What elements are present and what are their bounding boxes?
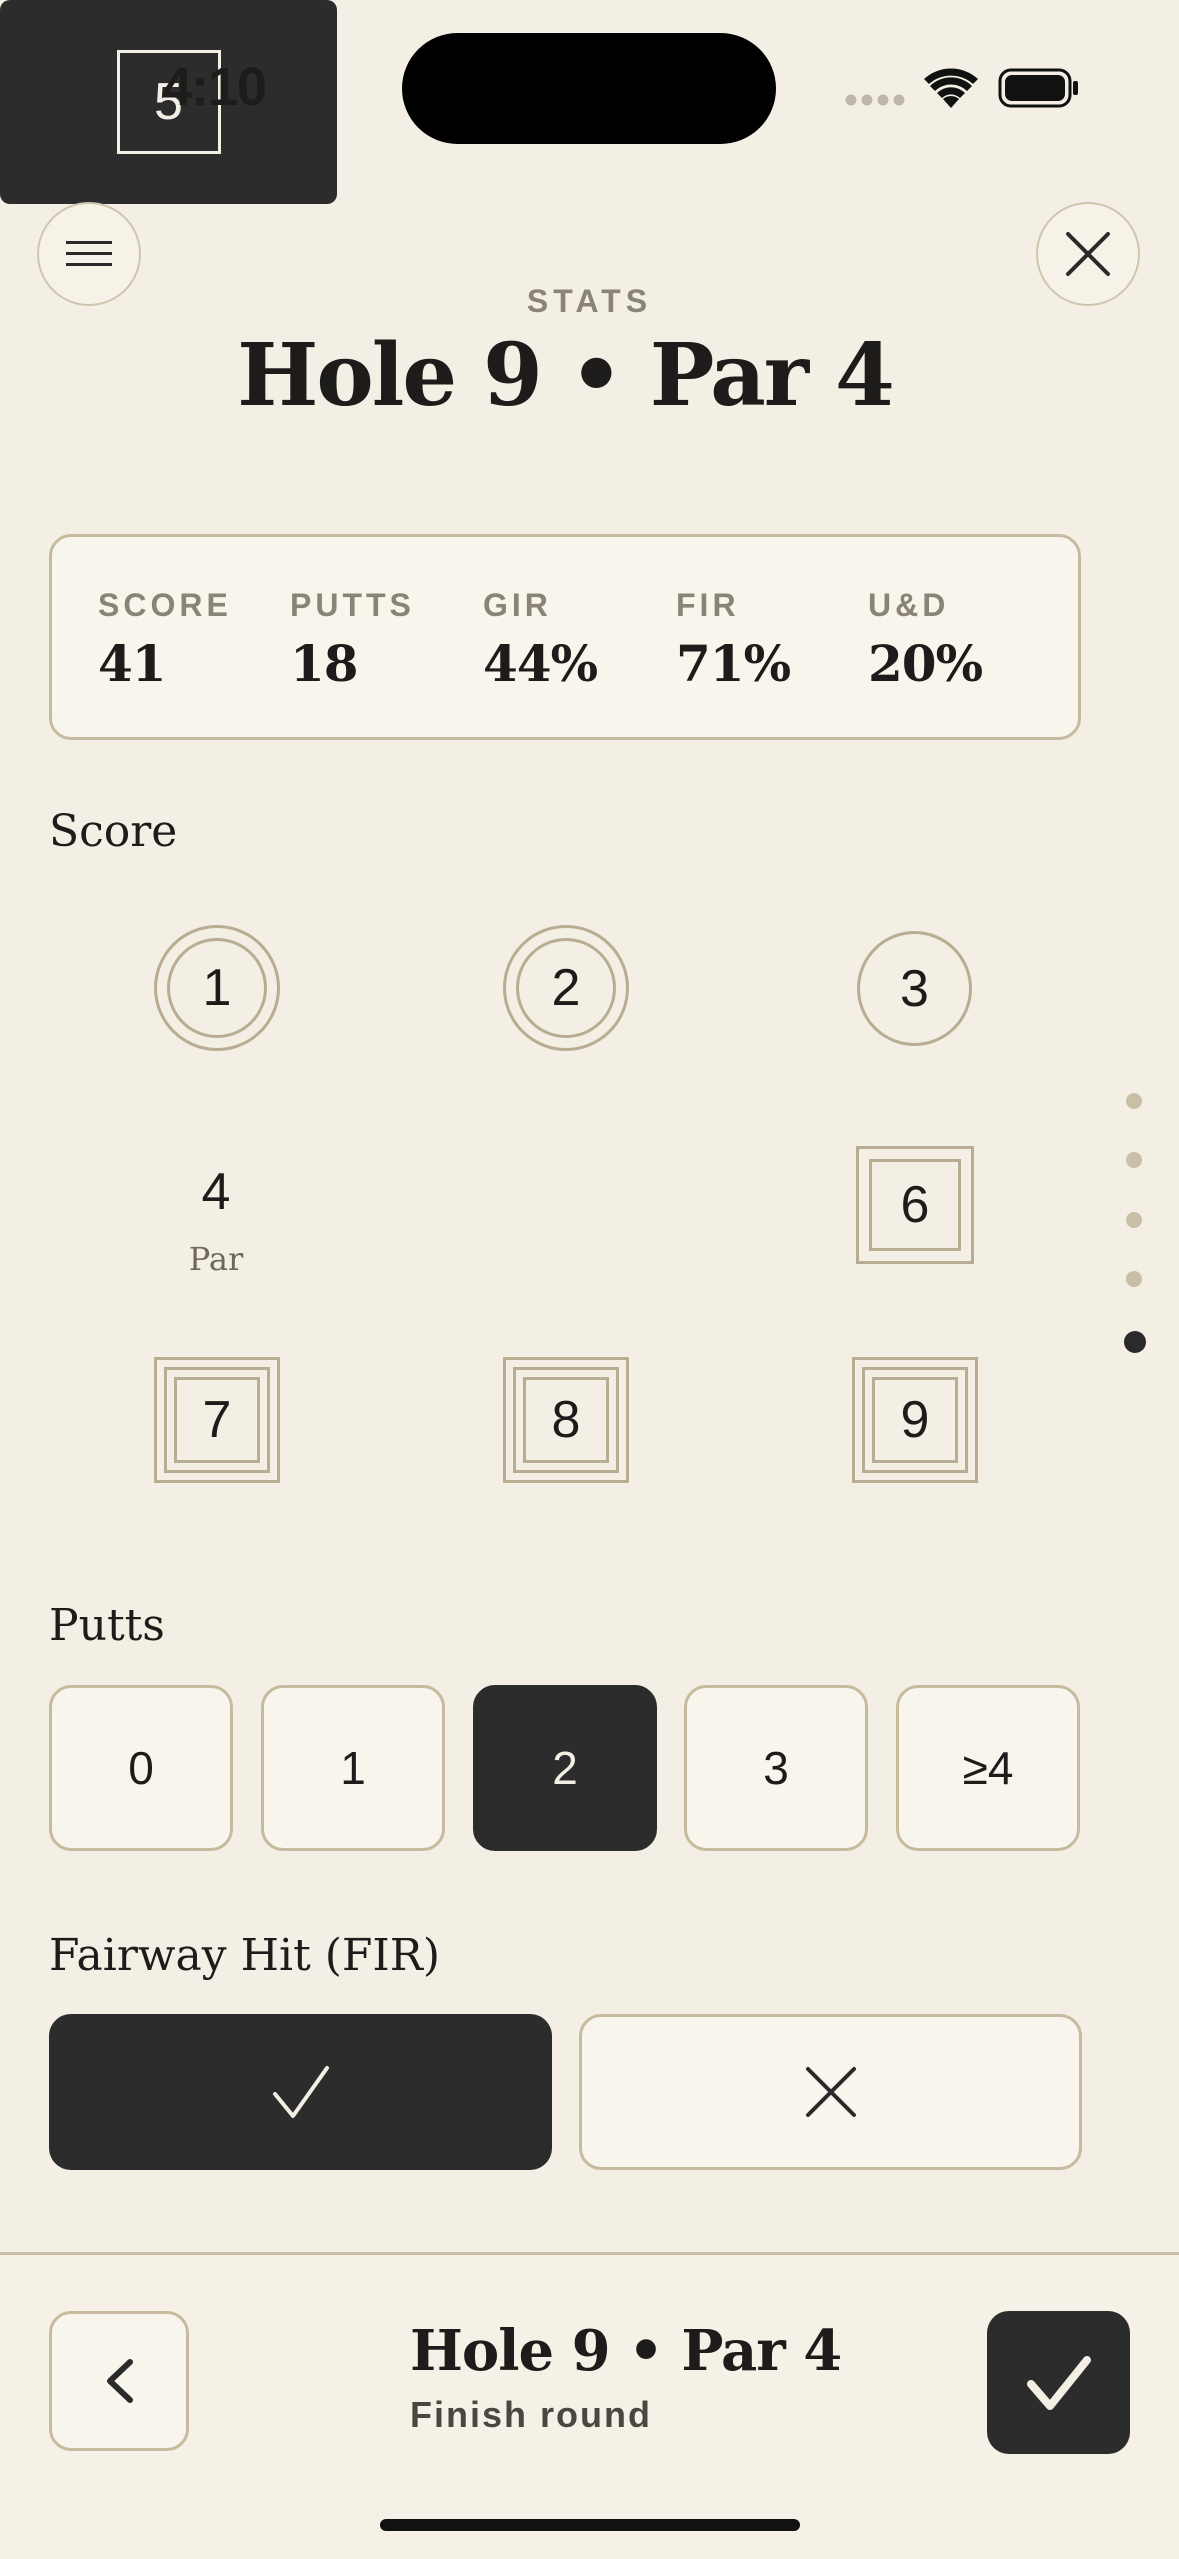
wifi-icon — [924, 68, 978, 108]
score-value: 1 — [167, 938, 267, 1038]
battery-icon — [998, 68, 1078, 108]
putts-option-0[interactable]: 0 — [49, 1685, 233, 1851]
score-value: 7 — [174, 1377, 260, 1463]
stat-label: FIR — [676, 587, 740, 623]
score-value: 9 — [872, 1377, 958, 1463]
stat-value: 20% — [868, 634, 983, 693]
status-time: 4:10 — [162, 57, 267, 117]
stat-value: 44% — [483, 634, 598, 693]
stat-up-and-down: U&D 20% — [868, 587, 983, 693]
hamburger-icon — [66, 241, 112, 266]
stat-label: PUTTS — [290, 587, 415, 623]
score-section-title: Score — [49, 806, 178, 857]
stat-fir: FIR 71% — [676, 587, 791, 693]
x-mark-icon — [805, 2067, 856, 2117]
score-option-6[interactable]: 6 — [856, 1146, 974, 1264]
putts-section-title: Putts — [49, 1600, 165, 1651]
page-dot-2[interactable] — [1126, 1152, 1142, 1168]
fairway-section-title: Fairway Hit (FIR) — [49, 1930, 441, 1981]
putts-option-4-plus[interactable]: ≥4 — [896, 1685, 1080, 1851]
score-value: 8 — [523, 1377, 609, 1463]
page-title: Hole 9 • Par 4 — [237, 325, 895, 426]
stat-score: SCORE 41 — [98, 587, 232, 693]
stat-label: GIR — [483, 587, 552, 623]
stat-value: 18 — [290, 634, 359, 693]
stat-putts: PUTTS 18 — [290, 587, 415, 693]
score-square-mid: 7 — [164, 1367, 270, 1473]
fairway-hit-button[interactable] — [49, 2014, 552, 2170]
page-kicker: STATS — [526, 283, 653, 319]
score-option-4[interactable]: 4 Par — [166, 1140, 266, 1300]
score-square-mid: 8 — [513, 1367, 619, 1473]
stat-label: SCORE — [98, 587, 232, 623]
score-option-7[interactable]: 7 — [154, 1357, 280, 1483]
score-value: 3 — [900, 959, 929, 1018]
score-square-mid: 9 — [862, 1367, 968, 1473]
close-icon — [1066, 232, 1110, 276]
chevron-left-icon — [107, 2359, 133, 2403]
stat-value: 71% — [676, 634, 791, 693]
stat-value: 41 — [98, 634, 167, 693]
score-value: 6 — [869, 1159, 961, 1251]
score-option-1[interactable]: 1 — [154, 925, 280, 1051]
footer-hole-title: Hole 9 • Par 4 — [410, 2318, 842, 2384]
stat-label: U&D — [868, 587, 950, 623]
putts-option-3[interactable]: 3 — [684, 1685, 868, 1851]
previous-hole-button[interactable] — [49, 2311, 189, 2451]
page-dot-3[interactable] — [1126, 1212, 1142, 1228]
cellular-signal-icon — [845, 94, 905, 106]
stat-gir: GIR 44% — [483, 587, 598, 693]
checkmark-icon — [1026, 2355, 1091, 2410]
par-label: Par — [188, 1240, 244, 1278]
score-option-8[interactable]: 8 — [503, 1357, 629, 1483]
putts-option-1[interactable]: 1 — [261, 1685, 445, 1851]
score-value: 2 — [516, 938, 616, 1038]
finish-round-button[interactable] — [987, 2311, 1130, 2454]
score-value: 4 — [201, 1163, 231, 1221]
page-dot-1[interactable] — [1126, 1093, 1142, 1109]
footer-subtitle: Finish round — [410, 2394, 652, 2435]
page-dot-5-active[interactable] — [1124, 1331, 1146, 1353]
score-option-2[interactable]: 2 — [503, 925, 629, 1051]
fairway-missed-button[interactable] — [579, 2014, 1082, 2170]
page-dot-4[interactable] — [1126, 1271, 1142, 1287]
score-option-9[interactable]: 9 — [852, 1357, 978, 1483]
putts-option-2[interactable]: 2 — [473, 1685, 657, 1851]
score-option-3[interactable]: 3 — [857, 931, 972, 1046]
stats-summary-card: SCORE 41 PUTTS 18 GIR 44% FIR 71% U&D 20… — [49, 534, 1081, 740]
dynamic-island — [402, 33, 776, 144]
home-indicator — [380, 2519, 800, 2531]
checkmark-icon — [272, 2066, 329, 2118]
